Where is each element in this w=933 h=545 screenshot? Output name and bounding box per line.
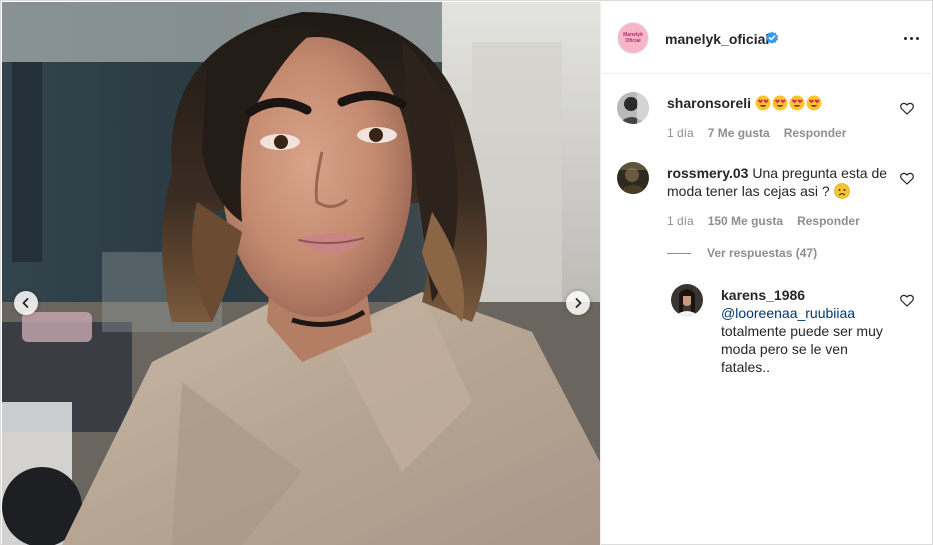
commenter-avatar[interactable]: [617, 162, 649, 194]
heart-eyes-emoji: [789, 95, 805, 111]
verified-badge-icon: [765, 31, 779, 44]
reply-text: totalmente puede ser muy moda pero se le…: [721, 323, 883, 375]
heart-eyes-emoji: [806, 95, 822, 111]
view-replies-label: Ver respuestas (47): [707, 246, 818, 260]
heart-eyes-emoji: [755, 95, 771, 111]
avatar-photo: [617, 92, 649, 124]
avatar-photo: [671, 284, 703, 316]
comment-username[interactable]: rossmery.03: [667, 165, 748, 181]
comment-meta: 1 día 7 Me gusta Responder: [667, 126, 860, 140]
account-avatar[interactable]: Manelyk Oficial: [617, 22, 649, 54]
comment-body: rossmery.03 Una pregunta esta de moda te…: [667, 164, 887, 200]
commenter-avatar[interactable]: [671, 284, 703, 316]
reply-button[interactable]: Responder: [797, 214, 860, 228]
emoji-group: [755, 95, 823, 111]
like-heart-icon[interactable]: [900, 172, 914, 185]
chevron-left-icon: [22, 298, 29, 308]
carousel-next-button[interactable]: [566, 291, 590, 315]
post-modal: Manelyk Oficial manelyk_oficial sharonso…: [0, 0, 933, 545]
commenter-avatar[interactable]: [617, 92, 649, 124]
avatar-logo-text: Manelyk Oficial: [623, 32, 643, 44]
comment-time[interactable]: 1 día: [667, 214, 694, 228]
post-photo[interactable]: [2, 2, 600, 545]
comment-likes[interactable]: 7 Me gusta: [708, 126, 770, 140]
view-replies-button[interactable]: Ver respuestas (47): [667, 246, 817, 260]
reply-mention-link[interactable]: @looreenaa_ruubiiaa: [721, 305, 855, 321]
comment-time[interactable]: 1 día: [667, 126, 694, 140]
reply-body: karens_1986 @looreenaa_ruubiiaa totalmen…: [721, 286, 891, 376]
comment-meta: 1 día 150 Me gusta Responder: [667, 214, 874, 228]
account-username[interactable]: manelyk_oficial: [665, 31, 769, 47]
comments-panel: Manelyk Oficial manelyk_oficial sharonso…: [600, 2, 933, 545]
worried-face-emoji: [833, 183, 850, 199]
comment-username[interactable]: sharonsoreli: [667, 95, 751, 111]
carousel-prev-button[interactable]: [14, 291, 38, 315]
like-heart-icon[interactable]: [900, 102, 914, 115]
reply-button[interactable]: Responder: [784, 126, 847, 140]
post-header: Manelyk Oficial manelyk_oficial: [601, 2, 933, 74]
comment-item: sharonsoreli 1 día 7 Me gusta Responder: [617, 92, 933, 152]
selfie-image: [2, 2, 600, 545]
replies-divider-line: [667, 252, 691, 254]
chevron-right-icon: [575, 298, 582, 308]
comment-body: sharonsoreli: [667, 94, 887, 112]
comment-item: rossmery.03 Una pregunta esta de moda te…: [617, 162, 933, 242]
reply-username[interactable]: karens_1986: [721, 287, 805, 303]
more-options-icon[interactable]: [899, 28, 923, 48]
comment-likes[interactable]: 150 Me gusta: [708, 214, 783, 228]
like-heart-icon[interactable]: [900, 294, 914, 307]
heart-eyes-emoji: [772, 95, 788, 111]
avatar-photo: [617, 162, 649, 194]
reply-item: karens_1986 @looreenaa_ruubiiaa totalmen…: [671, 284, 933, 384]
